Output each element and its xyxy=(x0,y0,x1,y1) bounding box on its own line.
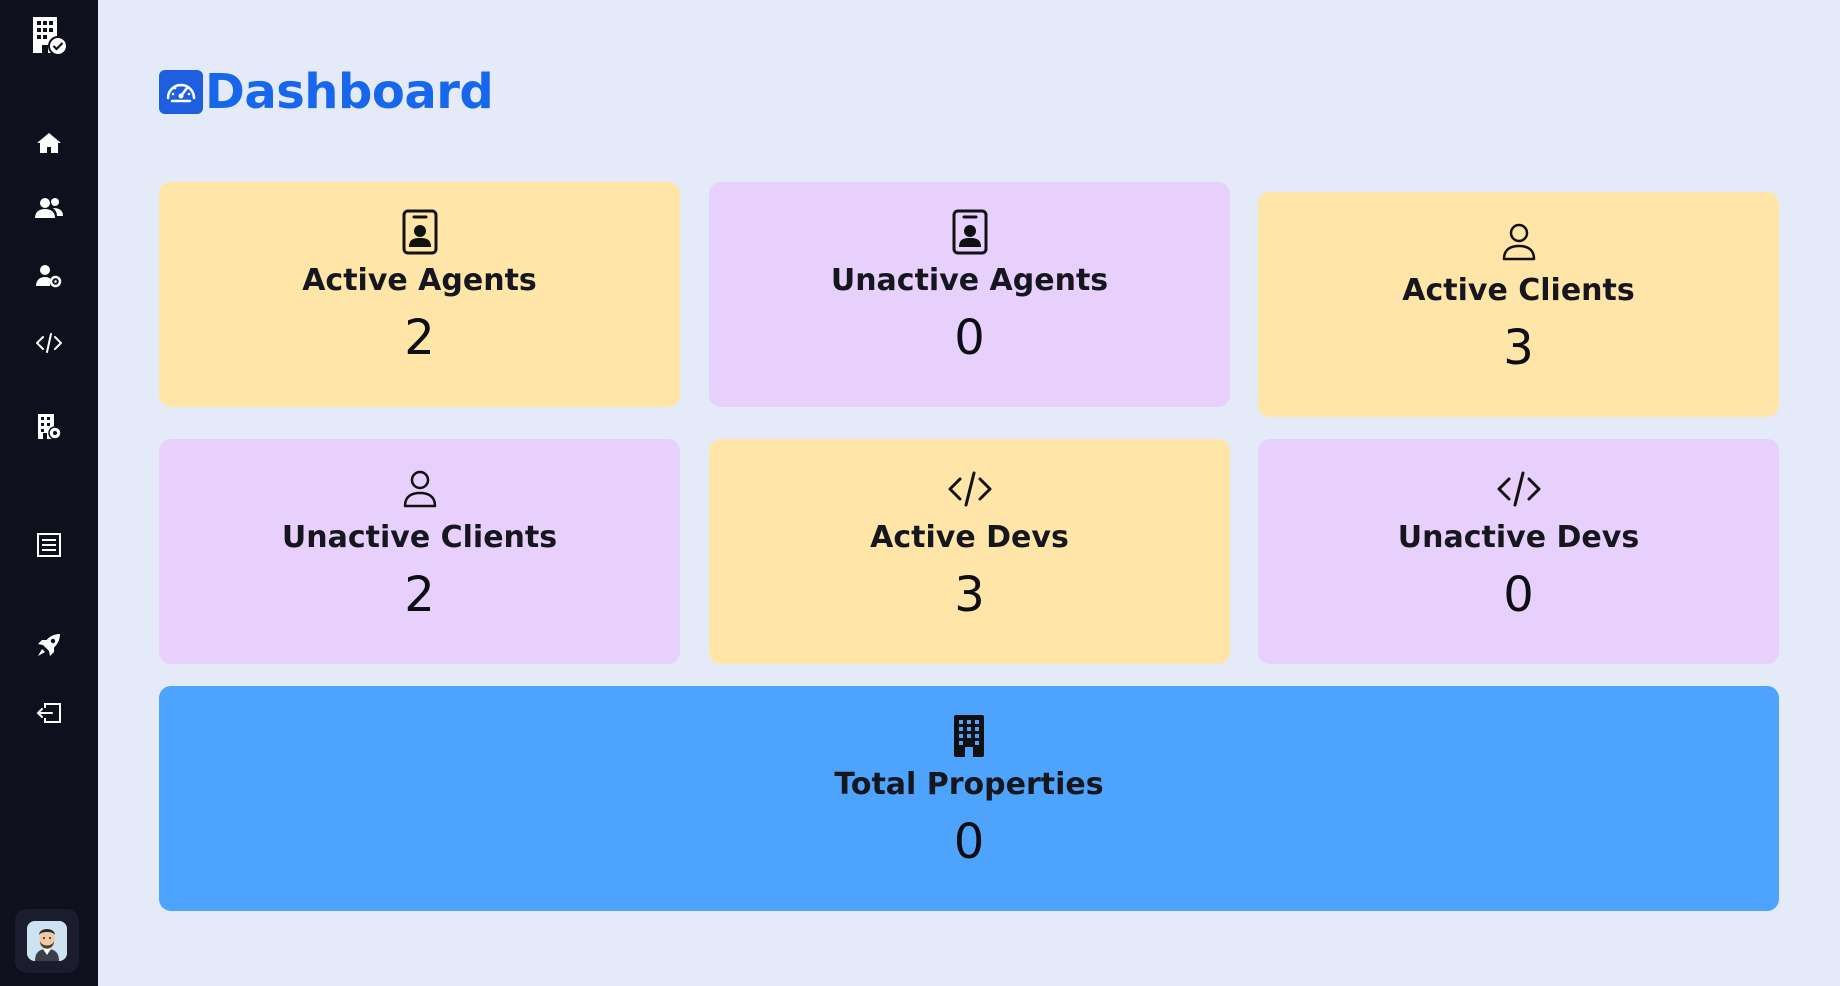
card-value: 0 xyxy=(1503,567,1534,623)
card-value: 3 xyxy=(1503,320,1534,376)
card-total-properties[interactable]: Total Properties 0 xyxy=(159,686,1779,911)
card-label: Unactive Clients xyxy=(281,520,558,555)
code-icon xyxy=(1496,466,1542,512)
person-icon xyxy=(402,466,438,512)
avatar[interactable] xyxy=(15,909,79,973)
building-gear-icon[interactable] xyxy=(36,413,62,441)
sidebar xyxy=(0,0,98,986)
users-icon[interactable] xyxy=(35,197,63,219)
code-icon[interactable] xyxy=(36,332,62,354)
card-active-devs[interactable]: Active Devs 3 xyxy=(709,439,1230,664)
person-badge-icon xyxy=(402,209,438,255)
logout-icon[interactable] xyxy=(36,702,62,724)
card-label: Total Properties xyxy=(834,767,1104,802)
card-label: Active Clients xyxy=(1402,273,1635,308)
card-value: 0 xyxy=(953,814,985,870)
card-label: Active Devs xyxy=(870,520,1069,555)
card-unactive-agents[interactable]: Unactive Agents 0 xyxy=(709,182,1230,407)
home-icon[interactable] xyxy=(36,131,62,155)
speedometer-icon xyxy=(159,70,203,114)
page-title-text: Dashboard xyxy=(205,64,494,120)
code-icon xyxy=(947,466,993,512)
building-check-icon[interactable] xyxy=(31,16,67,56)
card-value: 3 xyxy=(954,567,985,623)
card-active-clients[interactable]: Active Clients 3 xyxy=(1258,192,1779,417)
list-icon[interactable] xyxy=(37,533,61,557)
user-gear-icon[interactable] xyxy=(36,264,62,288)
card-unactive-clients[interactable]: Unactive Clients 2 xyxy=(159,439,680,664)
card-label: Active Agents xyxy=(302,263,537,298)
building-icon xyxy=(952,713,986,759)
card-label: Unactive Devs xyxy=(1397,520,1640,555)
card-value: 0 xyxy=(954,310,985,366)
card-active-agents[interactable]: Active Agents 2 xyxy=(159,182,680,407)
main-content: Dashboard Active Agents 2 Unactive Agent… xyxy=(98,0,1840,986)
avatar-image xyxy=(27,921,67,961)
card-value: 2 xyxy=(404,310,435,366)
card-label: Unactive Agents xyxy=(830,263,1109,298)
card-unactive-devs[interactable]: Unactive Devs 0 xyxy=(1258,439,1779,664)
page-title: Dashboard xyxy=(159,64,494,120)
card-value: 2 xyxy=(404,567,435,623)
person-icon xyxy=(1501,219,1537,265)
rocket-icon[interactable] xyxy=(36,632,62,658)
person-badge-icon xyxy=(952,209,988,255)
